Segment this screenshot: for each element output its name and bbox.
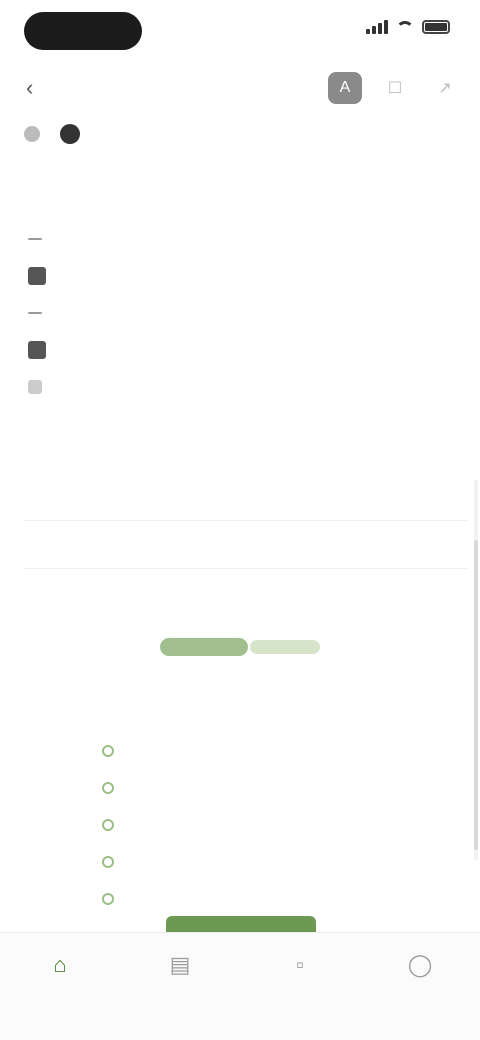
check-icon [102,855,114,868]
status-time-pill [24,12,142,50]
table-header [24,472,135,521]
home-icon: ⌂ [53,952,67,977]
list-item [28,294,448,331]
table-header [357,472,468,521]
bullet-icon [28,340,46,359]
signal-icon [366,20,388,34]
status-bar [0,0,480,62]
tab-home[interactable]: ⌂ [10,951,110,1040]
article-toolbar: ‹ A ☐ ↗ [0,66,480,110]
feature-item [102,769,124,806]
bullet-icon [28,237,42,240]
table-cell [246,520,357,569]
table-cell [357,520,468,569]
list-item [28,257,448,294]
check-icon [102,818,114,831]
table-header-row [24,472,468,521]
table-row [24,520,468,569]
feature-item [102,880,124,917]
wifi-icon [396,21,414,33]
bullet-icon [28,311,42,314]
promo-accent-soft [250,640,320,654]
battery-icon [422,20,450,34]
check-icon [102,744,114,757]
feature-item [102,843,124,880]
bookmark-icon[interactable]: ☐ [378,72,412,104]
share-icon[interactable]: ↗ [428,72,462,104]
bullet-icon [28,266,46,285]
channel-avatar [60,124,80,144]
table-header [246,472,357,521]
promo-card [90,610,390,920]
check-icon [102,781,114,794]
list-item [28,331,448,368]
status-icons [366,20,450,34]
bullet-list [28,220,448,405]
bookmark-icon: ▫ [296,952,304,977]
list-item [28,220,448,257]
feature-list [102,732,124,917]
check-icon [102,892,114,905]
list-item [28,368,448,405]
profile-icon: ◯ [407,952,433,977]
book-icon: ▤ [169,952,191,977]
promo-accent-bar [160,638,248,656]
bottom-tab-bar: ⌂ ▤ ▫ ◯ [0,932,480,1040]
feature-item [102,806,124,843]
back-arrow-icon[interactable]: ‹ [26,76,50,100]
feature-item [102,732,124,769]
scrollbar-thumb[interactable] [474,540,478,850]
author-avatar [24,126,40,142]
table-cell [24,520,135,569]
data-table [24,472,468,569]
tab-library[interactable]: ▤ [130,951,230,1040]
tab-saved[interactable]: ▫ [250,951,350,1040]
article-meta [24,124,90,144]
table-cell [135,520,246,569]
toolbar-actions: A ☐ ↗ [312,72,462,104]
bullet-icon [28,379,42,394]
tab-profile[interactable]: ◯ [370,951,470,1040]
table-header [135,472,246,521]
font-size-icon[interactable]: A [328,72,362,104]
